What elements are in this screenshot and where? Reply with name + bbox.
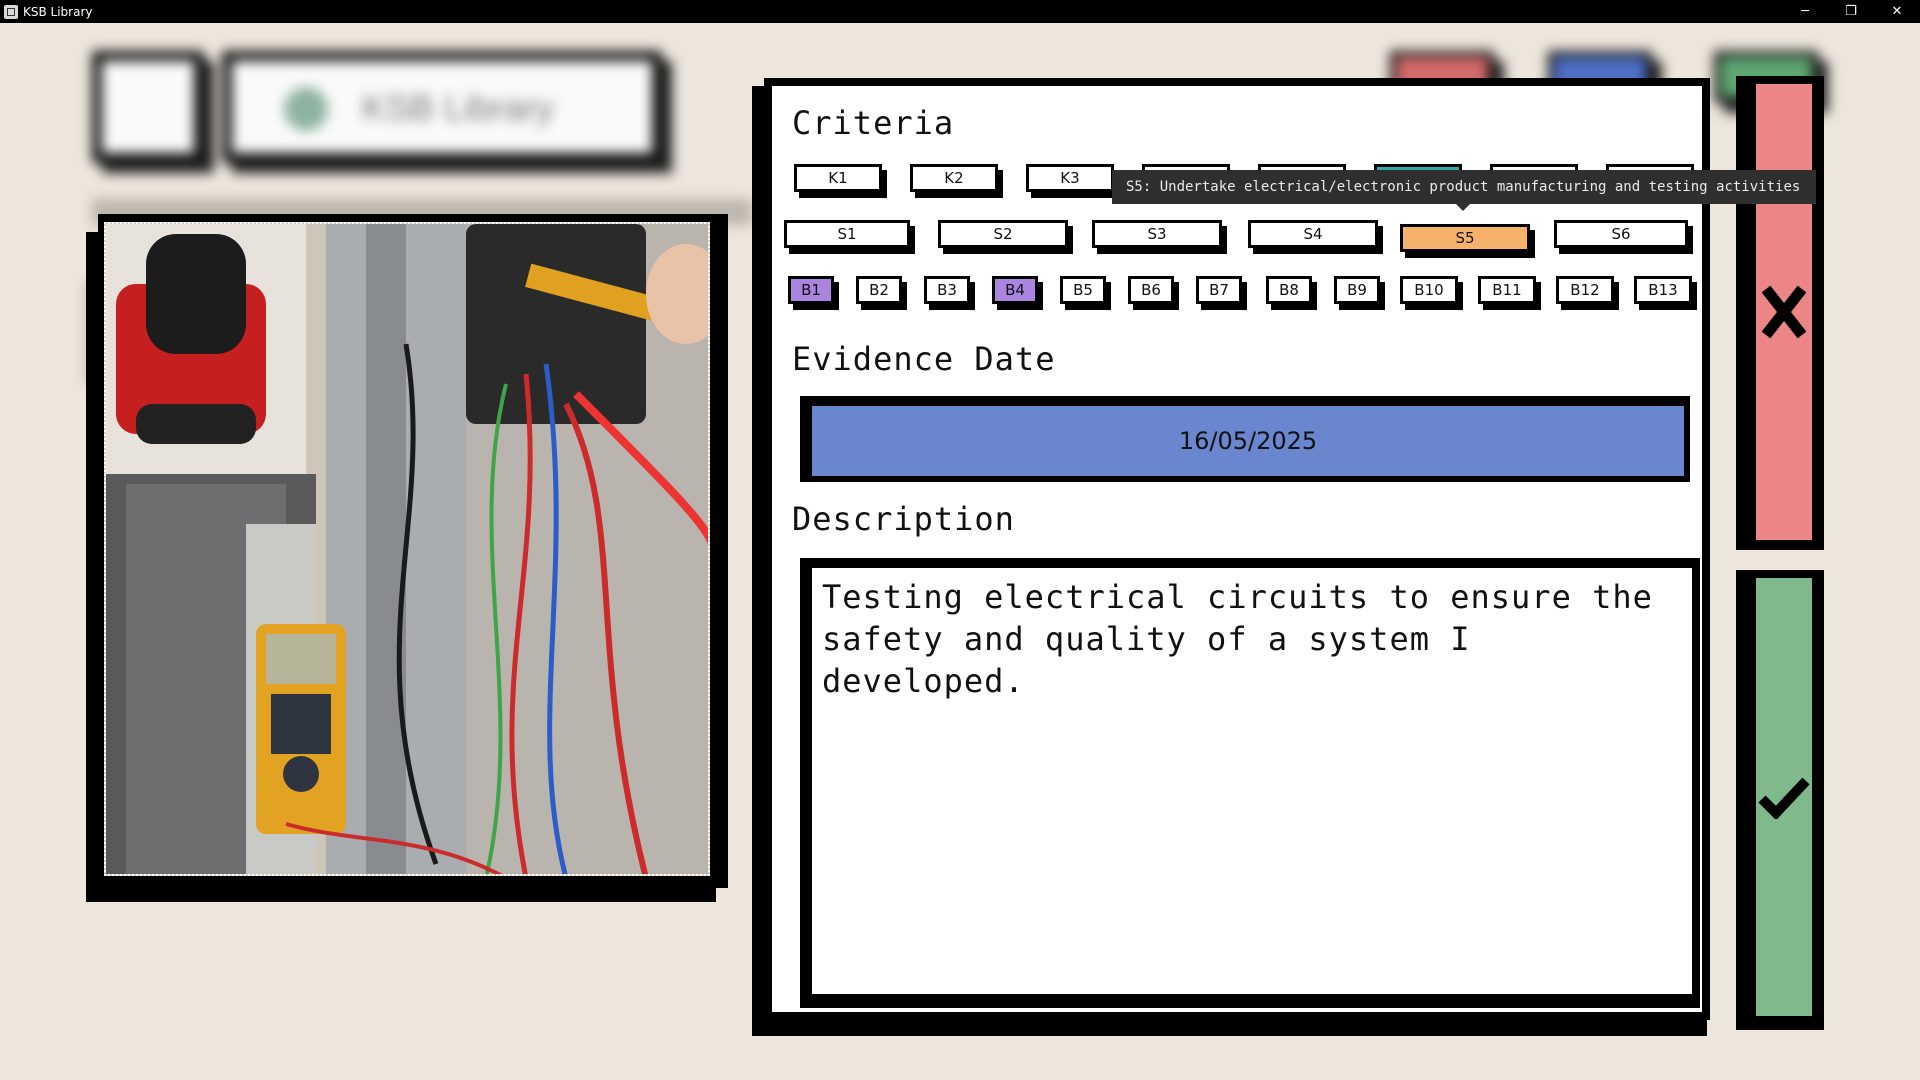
app-icon	[4, 4, 18, 19]
evidence-photo[interactable]	[104, 222, 710, 876]
close-window-button[interactable]: ✕	[1874, 0, 1920, 23]
photo-illustration	[106, 224, 708, 874]
criteria-title: Criteria	[792, 104, 955, 142]
criteria-chip-b2[interactable]: B2	[856, 276, 902, 304]
criteria-chip-k1[interactable]: K1	[794, 164, 882, 192]
minimize-button[interactable]: ─	[1782, 0, 1828, 23]
criteria-chip-b3[interactable]: B3	[924, 276, 970, 304]
bg-logo-icon	[284, 87, 328, 131]
evidence-date-input[interactable]: 16/05/2025	[812, 406, 1684, 476]
window-title: KSB Library	[23, 4, 93, 19]
criteria-chip-b4[interactable]: B4	[992, 276, 1038, 304]
criteria-chip-s4[interactable]: S4	[1248, 220, 1378, 248]
bg-header: KSB Library	[222, 51, 662, 163]
description-textarea[interactable]: Testing electrical circuits to ensure th…	[812, 568, 1692, 994]
checkmark-icon	[1758, 777, 1810, 819]
criteria-chip-b13[interactable]: B13	[1634, 276, 1692, 304]
criteria-chip-b8[interactable]: B8	[1266, 276, 1312, 304]
evidence-date-field: 16/05/2025	[800, 396, 1690, 482]
close-icon	[1762, 285, 1806, 339]
evidence-date-title: Evidence Date	[792, 340, 1056, 378]
criteria-chip-b11[interactable]: B11	[1478, 276, 1536, 304]
criteria-chip-s2[interactable]: S2	[938, 220, 1068, 248]
criteria-chip-b5[interactable]: B5	[1060, 276, 1106, 304]
criteria-chip-b6[interactable]: B6	[1128, 276, 1174, 304]
bg-app-title: KSB Library	[362, 87, 555, 128]
criteria-chip-b9[interactable]: B9	[1334, 276, 1380, 304]
evidence-photo-card	[86, 214, 730, 902]
evidence-edit-dialog: Criteria K1 K2 K3 K4 K5 K6 K7 K8 S1 S2 S…	[764, 78, 1710, 1020]
cancel-button[interactable]	[1756, 84, 1812, 540]
criteria-chip-k3[interactable]: K3	[1026, 164, 1114, 192]
criteria-chip-k2[interactable]: K2	[910, 164, 998, 192]
criteria-chip-s3[interactable]: S3	[1092, 220, 1222, 248]
criteria-tooltip: S5: Undertake electrical/electronic prod…	[1112, 170, 1816, 211]
criteria-chip-s5[interactable]: S5	[1400, 224, 1530, 252]
window-titlebar: KSB Library ─ ❐ ✕	[0, 0, 1920, 23]
criteria-chip-b10[interactable]: B10	[1400, 276, 1458, 304]
description-title: Description	[792, 500, 1015, 538]
criteria-chip-s1[interactable]: S1	[784, 220, 910, 248]
confirm-button[interactable]	[1756, 578, 1812, 1016]
bg-home-button	[92, 51, 204, 163]
restore-button[interactable]: ❐	[1828, 0, 1874, 23]
criteria-chip-b12[interactable]: B12	[1556, 276, 1614, 304]
description-field: Testing electrical circuits to ensure th…	[800, 558, 1700, 1008]
criteria-chip-s6[interactable]: S6	[1554, 220, 1688, 248]
criteria-chip-b7[interactable]: B7	[1196, 276, 1242, 304]
window-controls: ─ ❐ ✕	[1782, 0, 1920, 23]
criteria-chip-b1[interactable]: B1	[788, 276, 834, 304]
